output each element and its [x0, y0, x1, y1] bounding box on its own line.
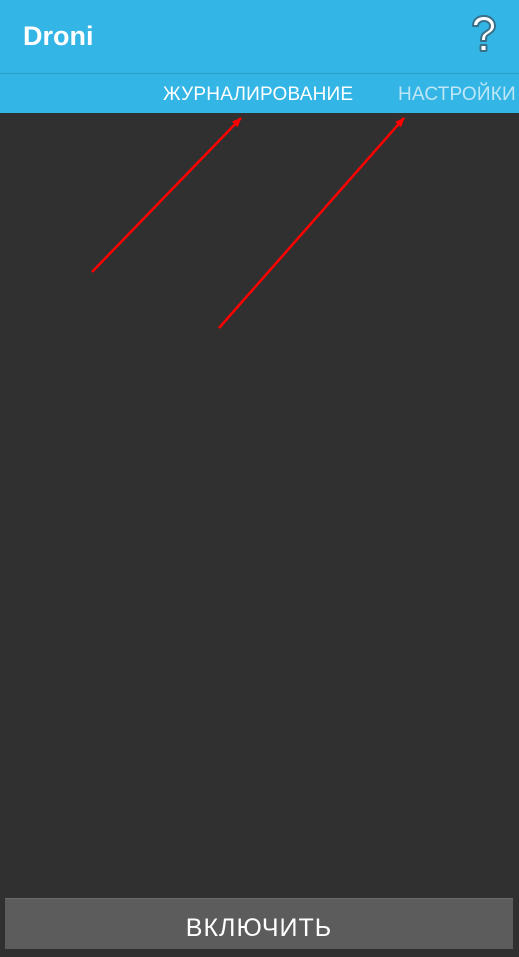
app-bar: Droni — [0, 0, 519, 74]
app-title: Droni — [23, 21, 94, 51]
enable-button[interactable]: ВКЛЮЧИТЬ — [5, 898, 513, 949]
tab-settings[interactable]: НАСТРОЙКИ — [398, 84, 516, 106]
tab-bar: ЖУРНАЛИРОВАНИЕ НАСТРОЙКИ — [0, 74, 519, 113]
log-content-area — [0, 113, 519, 898]
tab-logging[interactable]: ЖУРНАЛИРОВАНИЕ — [163, 84, 353, 106]
question-mark-icon[interactable] — [469, 14, 499, 56]
